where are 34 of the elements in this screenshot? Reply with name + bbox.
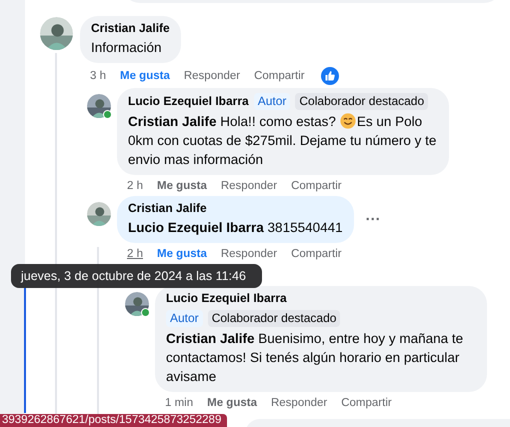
author-badge: Autor (166, 310, 203, 327)
reply-link[interactable]: Responder (220, 179, 278, 193)
author-badge: Autor (254, 93, 290, 110)
like-link[interactable]: Me gusta (157, 179, 207, 193)
timestamp-link[interactable]: 2 h (127, 179, 143, 193)
more-options-button[interactable]: ··· (366, 211, 381, 228)
timestamp-link[interactable]: 1 min (165, 396, 194, 410)
author-name[interactable]: Cristian Jalife (128, 201, 207, 216)
contributor-badge: Colaborador destacado (208, 310, 340, 327)
like-link[interactable]: Me gusta (207, 396, 257, 410)
author-name[interactable]: Lucio Ezequiel Ibarra (166, 291, 471, 306)
comment-text: Lucio Ezequiel Ibarra 3815540441 (128, 219, 343, 237)
mention-link[interactable]: Cristian Jalife (128, 114, 217, 129)
comment-text: Cristian Jalife Hola!! como estas? Es un Polo 0km con cuotas de $275mil. Dejame tu número y te envio mas información (128, 112, 438, 169)
like-link[interactable]: Me gusta (157, 247, 207, 261)
author-name[interactable]: Cristian Jalife (91, 21, 170, 36)
mention-link[interactable]: Cristian Jalife (166, 331, 255, 346)
share-link[interactable]: Compartir (291, 247, 342, 261)
reply-link[interactable]: Responder (184, 69, 240, 83)
comment-text: Cristian Jalife Buenisimo, entre hoy y mañana te contactamos! Si tenés algún horario en particular avisame (166, 330, 464, 386)
share-link[interactable]: Compartir (291, 179, 342, 193)
timestamp-link[interactable]: 2 h (127, 247, 143, 261)
timestamp-link[interactable]: 3 h (90, 69, 106, 83)
reply-link[interactable]: Responder (270, 396, 328, 410)
reply-link[interactable]: Responder (220, 247, 278, 261)
author-name[interactable]: Lucio Ezequiel Ibarra (128, 94, 249, 109)
share-link[interactable]: Compartir (254, 69, 305, 83)
mention-link[interactable]: Lucio Ezequiel Ibarra (128, 220, 264, 235)
share-link[interactable]: Compartir (341, 396, 392, 410)
like-link[interactable]: Me gusta (120, 69, 170, 83)
date-tooltip: jueves, 3 de octubre de 2024 a las 11:46 (11, 264, 262, 288)
contributor-badge: Colaborador destacado (295, 93, 428, 110)
status-bar-url: 3939262867621/posts/1573425873252289 (0, 414, 228, 427)
comment-text: Información (91, 39, 163, 57)
